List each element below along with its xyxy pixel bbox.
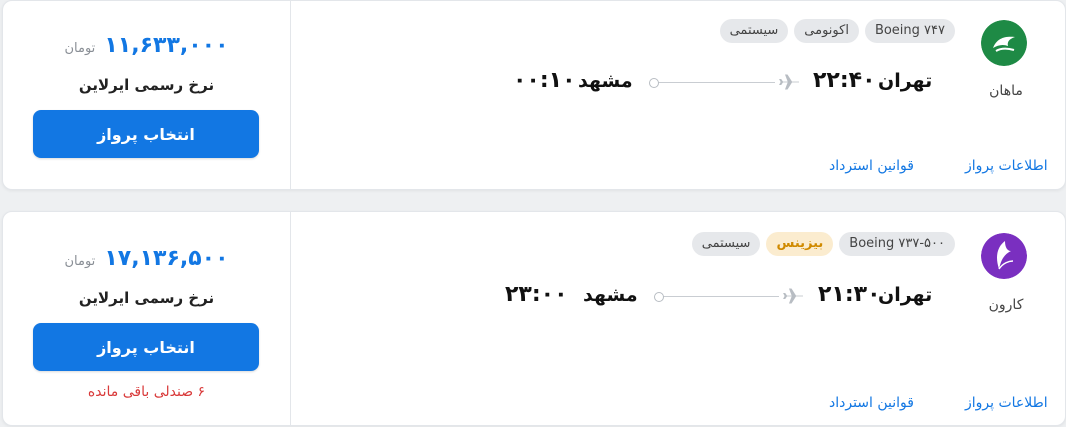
fare-type-label: نرخ رسمی ایرلاین [78, 289, 215, 307]
flight-info-link[interactable]: اطلاعات پرواز [965, 395, 1048, 411]
seats-remaining-text: ۶ صندلی باقی مانده [87, 384, 206, 400]
price-line: ۱۷,۱۳۶,۵۰۰ تومان [3, 246, 290, 271]
price-panel: ۱۱,۶۳۳,۰۰۰ تومان نرخ رسمی ایرلاین انتخاب… [3, 1, 291, 189]
fare-type-label: نرخ رسمی ایرلاین [78, 76, 215, 94]
airline-name: ماهان [989, 83, 1023, 99]
price-currency: تومان [64, 41, 96, 56]
airplane-icon [779, 74, 799, 90]
price-currency: تومان [64, 254, 96, 269]
refund-rules-link[interactable]: قوانین استرداد [829, 158, 914, 174]
refund-rules-link[interactable]: قوانین استرداد [829, 395, 914, 411]
price-panel: ۱۷,۱۳۶,۵۰۰ تومان نرخ رسمی ایرلاین انتخاب… [3, 212, 291, 425]
route-line [663, 296, 779, 297]
airplane-icon [783, 288, 803, 304]
chip-aircraft: Boeing ۷۳۷-۵۰۰ [839, 232, 955, 256]
departure-time: ۲۲:۴۰ [813, 68, 876, 93]
price-amount: ۱۱,۶۳۳,۰۰۰ [104, 33, 229, 58]
chip-aircraft: Boeing ۷۴۷ [864, 19, 955, 43]
arrival-time: ۰۰:۱۰ [513, 68, 576, 93]
chip-charter-type: سیستمی [719, 19, 789, 43]
origin-city: تهران [878, 284, 933, 306]
departure-time: ۲۱:۳۰ [818, 282, 881, 307]
route-line [657, 82, 775, 83]
select-flight-button[interactable]: انتخاب پرواز [33, 323, 259, 371]
flight-tags: سیستمی اکونومی Boeing ۷۴۷ [719, 19, 955, 43]
flight-tags: سیستمی بیزینس Boeing ۷۳۷-۵۰۰ [691, 232, 955, 256]
airline-name: کارون [988, 297, 1024, 313]
karun-logo-icon [981, 233, 1027, 279]
mahan-logo-icon [981, 20, 1027, 66]
chip-charter-type: سیستمی [691, 232, 761, 256]
flight-info-link[interactable]: اطلاعات پرواز [965, 158, 1048, 174]
origin-city: تهران [878, 70, 933, 92]
chip-cabin-class: بیزینس [766, 232, 834, 256]
price-line: ۱۱,۶۳۳,۰۰۰ تومان [3, 33, 290, 58]
arrival-time: ۲۳:۰۰ [505, 282, 568, 307]
route-end-dot [649, 78, 659, 88]
destination-city: مشهد [578, 70, 633, 92]
destination-city: مشهد [583, 284, 638, 306]
flight-card: ۱۷,۱۳۶,۵۰۰ تومان نرخ رسمی ایرلاین انتخاب… [2, 211, 1066, 426]
select-flight-button[interactable]: انتخاب پرواز [33, 110, 259, 158]
chip-cabin-class: اکونومی [794, 19, 859, 43]
route-end-dot [654, 292, 664, 302]
price-amount: ۱۷,۱۳۶,۵۰۰ [104, 246, 229, 271]
flight-card: ۱۱,۶۳۳,۰۰۰ تومان نرخ رسمی ایرلاین انتخاب… [2, 0, 1066, 190]
